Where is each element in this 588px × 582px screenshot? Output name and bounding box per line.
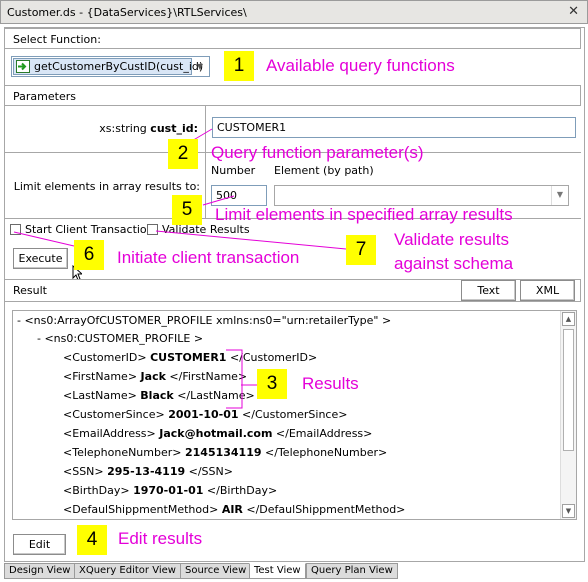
xml-view-button[interactable]: XML	[520, 280, 575, 301]
element-path-select[interactable]: ▼	[274, 185, 569, 206]
annotation-callout-3: Results	[302, 374, 359, 393]
annotation-badge-7: 7	[346, 235, 376, 265]
annotation-callout-7a: Validate results	[394, 230, 509, 249]
result-xml-viewer[interactable]: - <ns0:ArrayOfCUSTOMER_PROFILE xmlns:ns0…	[12, 310, 577, 520]
cust-id-input[interactable]: CUSTOMER1	[212, 117, 576, 138]
window-title: Customer.ds - {DataServices}\RTLServices…	[7, 6, 247, 19]
chevron-down-icon[interactable]: ▼	[551, 186, 568, 205]
xml-line: <LastName> Black </LastName>	[63, 389, 255, 402]
selected-function-label: getCustomerByCustID(cust_id)	[34, 60, 204, 73]
limit-elements-label: Limit elements in array results to:	[13, 180, 200, 193]
function-select[interactable]: getCustomerByCustID(cust_id) ▼	[11, 56, 210, 77]
function-select-value[interactable]: getCustomerByCustID(cust_id)	[13, 58, 203, 75]
annotation-badge-3: 3	[257, 369, 287, 399]
annotation-badge-4: 4	[77, 525, 107, 555]
tab-design-view[interactable]: Design View	[4, 563, 76, 579]
element-column-header: Element (by path)	[274, 164, 374, 177]
annotation-callout-5: Limit elements in specified array result…	[215, 205, 513, 224]
execute-button[interactable]: Execute	[13, 248, 68, 269]
select-function-header: Select Function:	[4, 28, 581, 49]
tab-query-plan-view[interactable]: Query Plan View	[306, 563, 398, 579]
text-view-button[interactable]: Text	[461, 280, 516, 301]
function-icon	[16, 60, 30, 73]
tab-test-view[interactable]: Test View	[249, 563, 306, 579]
xml-line: <SSN> 295-13-4119 </SSN>	[63, 465, 233, 478]
tab-xquery-editor-view[interactable]: XQuery Editor View	[74, 563, 181, 579]
xml-line: <CustomerID> CUSTOMER1 </CustomerID>	[63, 351, 318, 364]
limit-number-input[interactable]: 500	[211, 185, 267, 206]
xml-line: <TelephoneNumber> 2145134119 </Telephone…	[63, 446, 388, 459]
cust-id-param-label: xs:string cust_id:	[99, 122, 198, 135]
xml-line: - <ns0:ArrayOfCUSTOMER_PROFILE xmlns:ns0…	[17, 314, 392, 327]
xml-line: - <ns0:CUSTOMER_PROFILE >	[37, 332, 204, 345]
annotation-badge-6: 6	[74, 240, 104, 270]
validate-results-checkbox[interactable]	[147, 224, 158, 235]
xml-line: <DefaulShippmentMethod> AIR </DefaulShip…	[63, 503, 406, 516]
scrollbar-thumb[interactable]	[563, 329, 574, 451]
annotation-badge-2: 2	[168, 139, 198, 169]
annotation-badge-5: 5	[172, 195, 202, 225]
scroll-down-icon[interactable]: ▼	[562, 504, 575, 518]
annotation-callout-1: Available query functions	[266, 56, 455, 75]
xml-line: <BirthDay> 1970-01-01 </BirthDay>	[63, 484, 278, 497]
annotation-callout-6: Initiate client transaction	[117, 248, 300, 267]
number-column-header: Number	[211, 164, 256, 177]
annotation-callout-4: Edit results	[118, 529, 203, 548]
parameters-label: Parameters	[13, 90, 76, 103]
parameters-header: Parameters	[4, 85, 581, 106]
xml-line: <FirstName> Jack </FirstName>	[63, 370, 248, 383]
edit-button[interactable]: Edit	[13, 534, 66, 555]
annotation-badge-1: 1	[224, 51, 254, 81]
annotation-callout-7b: against schema	[394, 254, 514, 273]
tab-source-view[interactable]: Source View	[180, 563, 252, 579]
result-label: Result	[13, 284, 47, 297]
result-scrollbar[interactable]: ▲ ▼	[560, 311, 576, 519]
start-client-transaction-checkbox[interactable]	[10, 224, 21, 235]
param-grid-divider	[205, 106, 206, 218]
window-titlebar: Customer.ds - {DataServices}\RTLServices…	[0, 0, 588, 24]
xml-line: <EmailAddress> Jack@hotmail.com </EmailA…	[63, 427, 373, 440]
annotation-callout-2: Query function parameter(s)	[211, 143, 424, 162]
chevron-down-icon[interactable]: ▼	[193, 59, 207, 74]
select-function-label: Select Function:	[13, 33, 101, 46]
start-client-transaction-label: Start Client Transaction	[25, 223, 154, 236]
close-icon[interactable]: ✕	[568, 4, 579, 19]
xml-line: <CustomerSince> 2001-10-01 </CustomerSin…	[63, 408, 348, 421]
scroll-up-icon[interactable]: ▲	[562, 312, 575, 326]
